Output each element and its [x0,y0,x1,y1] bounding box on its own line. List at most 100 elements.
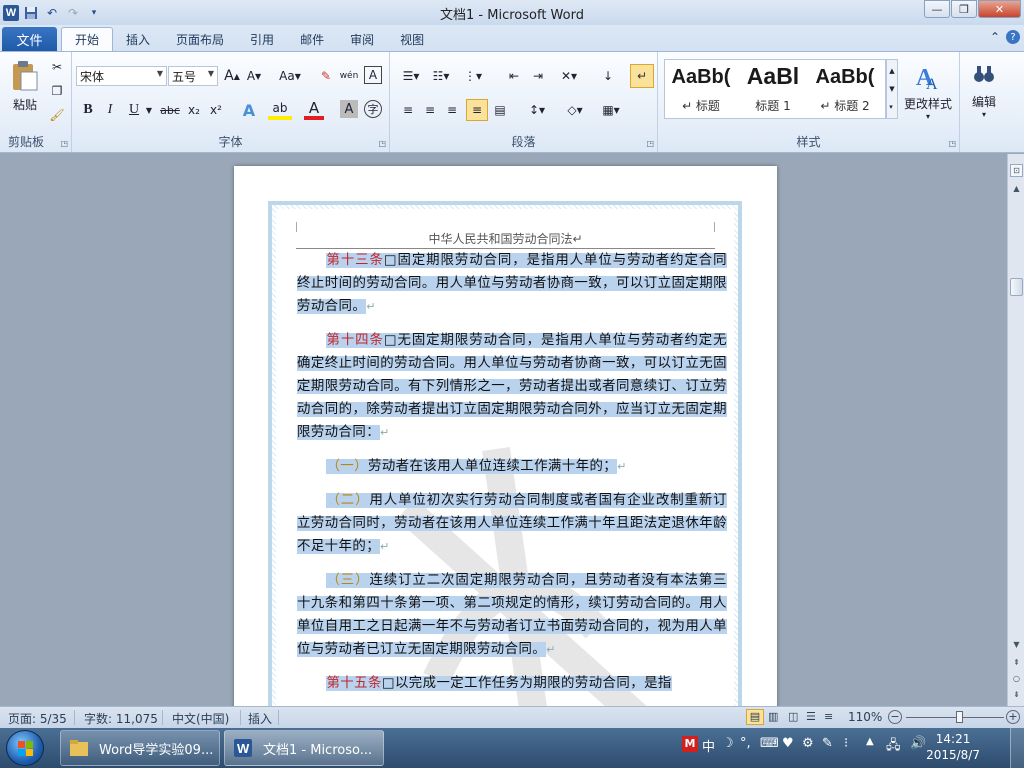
tab-references[interactable]: 引用 [237,27,287,51]
word-app-icon[interactable]: W [3,4,19,21]
insert-mode[interactable]: 插入 [248,710,272,727]
keyboard-icon[interactable]: ⌨ [760,736,779,751]
taskbar-item-word-experiment[interactable]: Word导学实验09... [60,730,220,766]
ime-menu-icon[interactable]: ✎ [822,736,833,751]
format-painter-icon[interactable]: 🖌 [48,106,66,124]
enclose-characters-icon[interactable]: 字 [364,100,382,118]
view-print-layout-icon[interactable]: ▤ [746,709,764,725]
style-item[interactable]: AaBb( ↵ 标题 [665,60,737,118]
phonetic-guide-button[interactable]: wén [338,66,360,86]
editing-button[interactable]: 编辑 ▾ [964,56,1004,126]
minimize-button[interactable]: — [924,0,950,18]
distributed-icon[interactable]: ▤ [490,100,510,120]
document-body[interactable]: 第十三条□固定期限劳动合同，是指用人单位与劳动者约定合同终止时间的劳动合同。用人… [297,249,727,706]
vertical-scrollbar[interactable]: ⊡ ▲ ▼ ⇞ ○ ⇟ [1007,154,1024,706]
ime-tools-icon[interactable]: ⚙ [802,736,814,751]
paragraph[interactable]: 第十四条□无固定期限劳动合同，是指用人单位与劳动者约定无确定终止时间的劳动合同。… [297,329,727,444]
paragraph[interactable]: 第十三条□固定期限劳动合同，是指用人单位与劳动者约定合同终止时间的劳动合同。用人… [297,249,727,318]
start-button[interactable] [6,730,44,766]
page-count[interactable]: 页面: 5/35 [8,710,67,727]
ruler-toggle-icon[interactable]: ⊡ [1010,164,1023,177]
punctuation-icon[interactable]: °, [740,736,751,751]
zoom-in-icon[interactable]: + [1006,710,1020,724]
scroll-up-icon[interactable]: ▲ [1010,182,1023,195]
copy-icon[interactable]: ❐ [48,82,66,100]
superscript-button[interactable]: x² [206,100,226,120]
save-icon[interactable] [22,4,40,22]
show-hidden-icons[interactable]: ▲ [866,736,874,747]
line-spacing-icon[interactable]: ↕▾ [524,100,550,120]
scroll-down-icon[interactable]: ▼ [1010,638,1023,651]
font-name-dropdown-icon[interactable]: ▼ [157,69,163,78]
tab-view[interactable]: 视图 [387,27,437,51]
customize-quick-access-icon[interactable]: ▾ [85,4,103,22]
shading-icon[interactable]: ◇▾ [562,100,588,120]
change-styles-button[interactable]: AA 更改样式 ▾ [900,56,956,126]
restore-button[interactable]: ❐ [951,0,977,18]
grow-font-button[interactable]: A ▲ [222,66,242,86]
font-launcher-icon[interactable]: ◳ [378,139,386,148]
underline-button[interactable]: U [124,100,144,120]
styles-launcher-icon[interactable]: ◳ [948,139,956,148]
sort-icon[interactable]: ↓ [598,66,618,86]
strikethrough-button[interactable]: abc [158,100,182,120]
zoom-out-icon[interactable]: − [888,710,902,724]
paragraph-launcher-icon[interactable]: ◳ [646,139,654,148]
tab-review[interactable]: 审阅 [337,27,387,51]
paragraph[interactable]: （二）用人单位初次实行劳动合同制度或者国有企业改制重新订立劳动合同时，劳动者在该… [297,489,727,558]
paragraph[interactable]: 第十五条□以完成一定工作任务为期限的劳动合同，是指 [297,672,727,695]
paste-button[interactable]: 粘贴 [6,56,44,116]
browse-object-icon[interactable]: ○ [1010,672,1023,685]
tab-insert[interactable]: 插入 [113,27,163,51]
underline-dropdown-icon[interactable]: ▼ [145,100,153,120]
change-case-button[interactable]: Aa ▼ [276,66,304,86]
style-item[interactable]: AaBb( ↵ 标题 2 [809,60,881,118]
show-desktop-button[interactable] [1010,728,1024,768]
italic-button[interactable]: I [100,100,120,120]
bullets-icon[interactable]: ☰▾ [398,66,424,86]
tab-home[interactable]: 开始 [61,27,114,51]
close-button[interactable]: ✕ [978,0,1021,18]
view-outline-icon[interactable]: ☰ [806,710,816,723]
page-header[interactable]: 中华人民共和国劳动合同法↵ [296,230,715,247]
highlight-color-icon[interactable]: ab [268,100,292,120]
character-shading-button[interactable]: A [340,100,358,118]
tab-page-layout[interactable]: 页面布局 [163,27,237,51]
zoom-slider[interactable] [906,711,1004,723]
align-right-icon[interactable]: ≡ [442,100,462,120]
align-center-icon[interactable]: ≡ [420,100,440,120]
multilevel-list-icon[interactable]: ⋮▾ [460,66,486,86]
style-item[interactable]: AaBl 标题 1 [737,60,809,118]
ime-skin-icon[interactable]: ♥ [782,736,794,751]
document-area[interactable]: 中华人民共和国劳动合同法↵ 第十三条□固定期限劳动合同，是指用人单位与劳动者约定… [0,154,1007,706]
shrink-font-button[interactable]: A ▼ [244,66,264,86]
paragraph[interactable]: （一）劳动者在该用人单位连续工作满十年的；↵ [297,455,727,478]
ime-options-icon[interactable]: ⁝ [844,736,848,751]
text-effects-icon[interactable]: A [238,100,260,120]
undo-icon[interactable]: ↶ [43,4,61,22]
minimize-ribbon-icon[interactable]: ⌃ [990,30,1000,44]
character-border-button[interactable]: A [364,66,382,84]
view-draft-icon[interactable]: ≡ [824,710,833,723]
font-size-dropdown-icon[interactable]: ▼ [208,69,214,78]
clear-format-icon[interactable]: ✎ [316,66,336,86]
tab-mailings[interactable]: 邮件 [287,27,337,51]
font-name-combo[interactable]: 宋体 ▼ [76,66,167,86]
view-web-icon[interactable]: ◫ [788,710,798,723]
decrease-indent-icon[interactable]: ⇤ [504,66,524,86]
subscript-button[interactable]: x₂ [184,100,204,120]
network-icon[interactable]: 🖧 [886,736,901,758]
ime-logo-icon[interactable]: M [682,736,698,752]
cut-icon[interactable]: ✂ [48,58,66,76]
show-marks-icon[interactable]: ↵ [630,64,654,88]
help-icon[interactable]: ? [1006,30,1020,44]
ime-mode[interactable]: 中 [702,736,715,755]
bold-button[interactable]: B [78,100,98,120]
previous-page-icon[interactable]: ⇞ [1010,656,1023,669]
increase-indent-icon[interactable]: ⇥ [528,66,548,86]
scroll-thumb[interactable] [1010,278,1023,296]
volume-icon[interactable]: 🔊 [910,736,926,751]
numbering-icon[interactable]: ☷▾ [428,66,454,86]
paragraph[interactable]: （三）连续订立二次固定期限劳动合同，且劳动者没有本法第三十九条和第四十条第一项、… [297,569,727,661]
next-page-icon[interactable]: ⇟ [1010,688,1023,701]
